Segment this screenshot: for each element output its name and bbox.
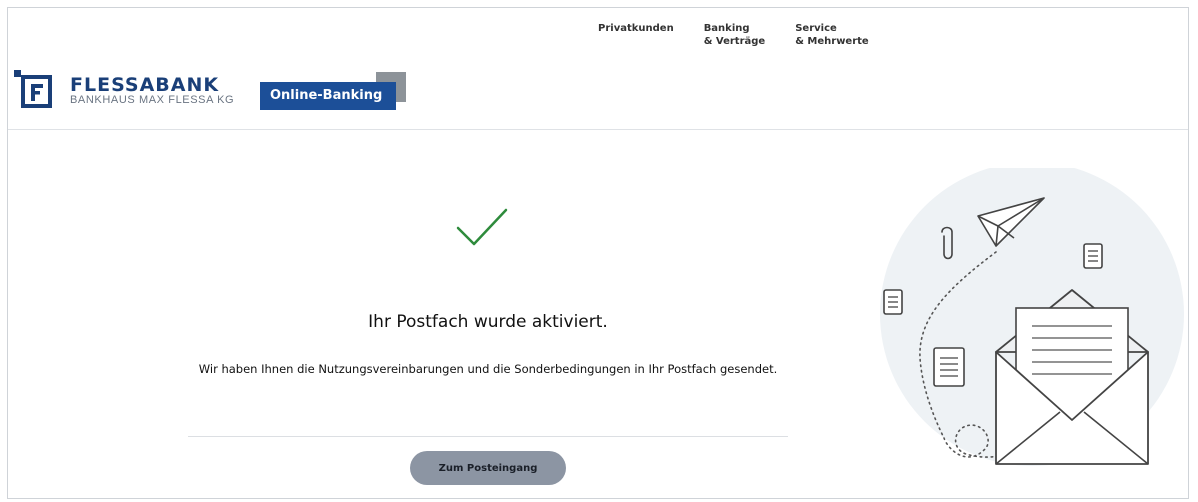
nav-item-service[interactable]: Service & Mehrwerte	[795, 22, 869, 48]
divider	[188, 436, 788, 437]
nav-item-label: Privatkunden	[598, 23, 674, 34]
go-to-inbox-button[interactable]: Zum Posteingang	[410, 451, 566, 485]
checkmark-icon	[456, 208, 508, 246]
site-header: FLESSABANK BANKHAUS MAX FLESSA KG Online…	[8, 8, 1188, 130]
nav-item-banking[interactable]: Banking & Verträge	[704, 22, 766, 48]
nav-item-label: Service	[795, 23, 837, 34]
nav-item-privatkunden[interactable]: Privatkunden	[598, 22, 674, 48]
confirmation-message: Wir haben Ihnen die Nutzungsvereinbarung…	[198, 362, 778, 376]
document-icon	[1083, 243, 1103, 269]
brand-subtitle: BANKHAUS MAX FLESSA KG	[70, 94, 235, 106]
envelope-icon	[995, 289, 1149, 465]
nav-item-label-2: & Verträge	[703, 36, 766, 47]
page-frame: FLESSABANK BANKHAUS MAX FLESSA KG Online…	[7, 7, 1189, 499]
brand-name[interactable]: FLESSABANK	[70, 74, 219, 96]
main-navigation: Privatkunden Banking & Verträge Service …	[598, 22, 869, 48]
document-icon	[883, 289, 903, 315]
nav-item-label: Banking	[703, 23, 750, 34]
nav-item-label-2: & Mehrwerte	[795, 36, 869, 47]
confirmation-title: Ihr Postfach wurde aktiviert.	[368, 312, 608, 332]
flessabank-logo-icon[interactable]	[14, 70, 52, 108]
document-icon	[933, 347, 965, 387]
online-banking-badge[interactable]: Online-Banking	[260, 72, 406, 110]
mail-illustration	[880, 168, 1184, 466]
online-banking-label: Online-Banking	[260, 82, 396, 110]
